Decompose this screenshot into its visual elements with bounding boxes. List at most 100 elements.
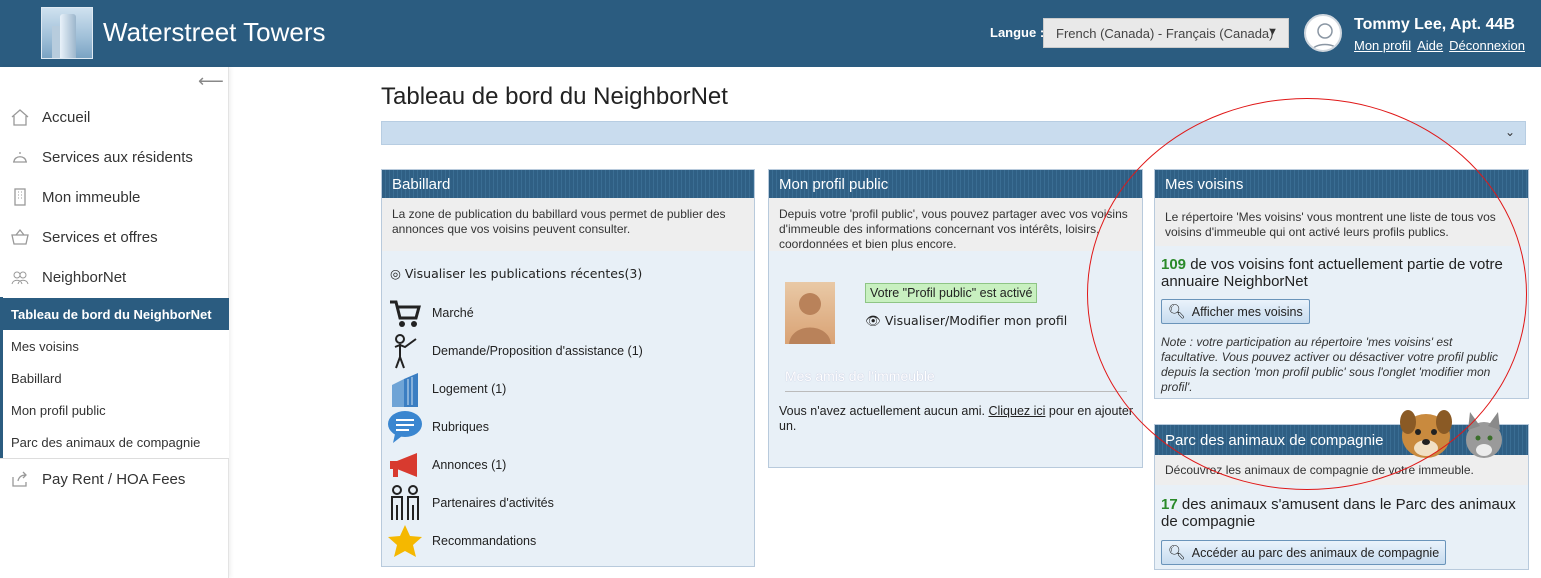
sidebar-item-services-residents[interactable]: Services aux résidents	[0, 138, 229, 176]
language-label: Langue :	[990, 25, 1045, 40]
public-profile-panel: Mon profil public Depuis votre 'profil p…	[768, 169, 1143, 468]
sidebar-sub-item-babillard[interactable]: Babillard	[3, 362, 229, 394]
neighbors-description: Le répertoire 'Mes voisins' vous montren…	[1155, 198, 1528, 246]
sidebar-item-neighbornet[interactable]: NeighborNet	[0, 258, 229, 296]
sidebar-divider	[0, 458, 229, 459]
help-link[interactable]: Aide	[1417, 38, 1443, 53]
profile-photo-placeholder[interactable]	[785, 282, 835, 344]
sidebar-item-label: Services et offres	[42, 228, 158, 246]
my-profile-link[interactable]: Mon profil	[1354, 38, 1411, 53]
neighbors-count-label: de vos voisins font actuellement partie …	[1161, 256, 1503, 290]
user-links: Mon profil Aide Déconnexion	[1354, 38, 1531, 53]
sidebar-item-mon-immeuble[interactable]: Mon immeuble	[0, 178, 229, 216]
recent-posts-link[interactable]: ◎ Visualiser les publications récentes(3…	[390, 266, 642, 281]
building-icon	[10, 187, 30, 207]
language-select-value: French (Canada) - Français (Canada)	[1056, 26, 1274, 41]
top-bar: Waterstreet Towers Langue : French (Cana…	[0, 0, 1541, 67]
sidebar-item-label: Pay Rent / HOA Fees	[42, 470, 186, 488]
partners-icon	[386, 485, 424, 521]
brand-title[interactable]: Waterstreet Towers	[103, 17, 326, 48]
divider	[785, 391, 1127, 392]
share-icon	[10, 469, 30, 489]
view-edit-profile-link[interactable]: 👁 Visualiser/Modifier mon profil	[865, 313, 1067, 329]
sidebar: ⟵ Accueil Services aux résidents Mon imm…	[0, 67, 229, 578]
sidebar-item-services-offres[interactable]: Services et offres	[0, 218, 229, 256]
neighbors-panel-title: Mes voisins	[1155, 170, 1528, 198]
sidebar-item-label: NeighborNet	[42, 268, 127, 286]
sidebar-sub-item-mes-voisins[interactable]: Mes voisins	[3, 330, 229, 362]
category-annonces[interactable]: Annonces (1)	[386, 446, 506, 484]
neighbors-count-text: 109 de vos voisins font actuellement par…	[1161, 256, 1523, 290]
babillard-description: La zone de publication du babillard vous…	[382, 198, 754, 251]
public-profile-description: Depuis votre 'profil public', vous pouve…	[769, 198, 1142, 251]
sidebar-sub-item-parc-animaux[interactable]: Parc des animaux de compagnie	[3, 426, 229, 458]
megaphone-icon	[386, 447, 424, 483]
view-edit-profile-label: Visualiser/Modifier mon profil	[884, 313, 1068, 328]
public-profile-panel-title: Mon profil public	[769, 170, 1142, 198]
category-logement[interactable]: Logement (1)	[386, 370, 506, 408]
user-silhouette-icon	[1311, 23, 1339, 50]
pet-count-text: 17 des animaux s'amusent dans le Parc de…	[1161, 496, 1523, 530]
pet-count: 17	[1161, 496, 1178, 513]
logout-link[interactable]: Déconnexion	[1449, 38, 1525, 53]
dropdown-caret-icon: ▼	[1267, 26, 1278, 38]
speech-bubble-icon	[386, 409, 424, 445]
category-label: Logement (1)	[432, 382, 507, 396]
chevron-down-icon[interactable]: ⌄	[1505, 125, 1515, 139]
category-label: Recommandations	[432, 534, 537, 548]
search-icon: 🔍︎	[1168, 544, 1186, 560]
building-friends-title: Mes amis de l'immeuble	[785, 368, 935, 384]
babillard-panel-title: Babillard	[382, 170, 754, 198]
category-partenaires[interactable]: Partenaires d'activités	[386, 484, 554, 522]
pet-park-button[interactable]: 🔍︎ Accéder au parc des animaux de compag…	[1161, 540, 1447, 565]
friends-text-pre: Vous n'avez actuellement aucun ami.	[779, 404, 989, 418]
basket-icon	[10, 227, 30, 247]
star-icon	[386, 523, 424, 559]
assist-icon	[386, 333, 424, 369]
home-icon	[10, 107, 30, 127]
globe-icon: ◎	[390, 266, 401, 281]
category-label: Marché	[432, 306, 474, 320]
babillard-panel: Babillard La zone de publication du babi…	[381, 169, 755, 567]
dashboard-filter-bar[interactable]: ⌄	[381, 121, 1526, 145]
recent-posts-label: Visualiser les publications récentes(3)	[404, 266, 643, 281]
sidebar-sub-item-dashboard[interactable]: Tableau de bord du NeighborNet	[0, 298, 229, 330]
neighbors-panel: Mes voisins Le répertoire 'Mes voisins' …	[1154, 169, 1529, 399]
category-label: Rubriques	[432, 420, 489, 434]
user-name: Tommy Lee, Apt. 44B	[1354, 16, 1515, 33]
category-label: Annonces (1)	[432, 458, 507, 472]
add-friend-link[interactable]: Cliquez ici	[988, 404, 1045, 418]
sidebar-item-label: Accueil	[42, 108, 91, 126]
category-marche[interactable]: Marché	[386, 294, 474, 332]
collapse-sidebar-arrow-icon[interactable]: ⟵	[198, 71, 224, 92]
cart-icon	[386, 295, 424, 331]
housing-icon	[386, 371, 424, 407]
pets-illustration	[1396, 404, 1508, 466]
sidebar-item-label: Mon immeuble	[42, 188, 141, 206]
building-logo[interactable]	[41, 7, 93, 59]
sidebar-item-accueil[interactable]: Accueil	[0, 98, 229, 136]
show-neighbors-label: Afficher mes voisins	[1191, 304, 1303, 319]
profile-active-badge: Votre "Profil public" est activé	[865, 283, 1038, 303]
page-title: Tableau de bord du NeighborNet	[381, 83, 728, 110]
pet-park-button-label: Accéder au parc des animaux de compagnie	[1191, 545, 1440, 560]
bell-icon	[10, 147, 30, 167]
sidebar-sub-item-profil-public[interactable]: Mon profil public	[3, 394, 229, 426]
neighbors-note: Note : votre participation au répertoire…	[1161, 335, 1499, 394]
user-avatar[interactable]	[1304, 14, 1342, 52]
sidebar-item-label: Services aux résidents	[42, 148, 193, 166]
language-select[interactable]: French (Canada) - Français (Canada) ▼	[1043, 18, 1289, 48]
category-assistance[interactable]: Demande/Proposition d'assistance (1)	[386, 332, 643, 370]
eye-icon: 👁	[865, 313, 881, 328]
category-recommandations[interactable]: Recommandations	[386, 522, 536, 560]
search-icon: 🔍︎	[1168, 303, 1186, 319]
category-label: Demande/Proposition d'assistance (1)	[432, 344, 643, 358]
neighbors-count: 109	[1161, 256, 1187, 273]
category-rubriques[interactable]: Rubriques	[386, 408, 489, 446]
sidebar-item-pay-rent[interactable]: Pay Rent / HOA Fees	[0, 460, 229, 498]
show-neighbors-button[interactable]: 🔍︎ Afficher mes voisins	[1161, 299, 1310, 324]
people-icon	[10, 267, 30, 287]
pet-count-label: des animaux s'amusent dans le Parc des a…	[1161, 496, 1516, 530]
category-label: Partenaires d'activités	[432, 496, 554, 510]
friends-text: Vous n'avez actuellement aucun ami. Cliq…	[779, 404, 1139, 434]
